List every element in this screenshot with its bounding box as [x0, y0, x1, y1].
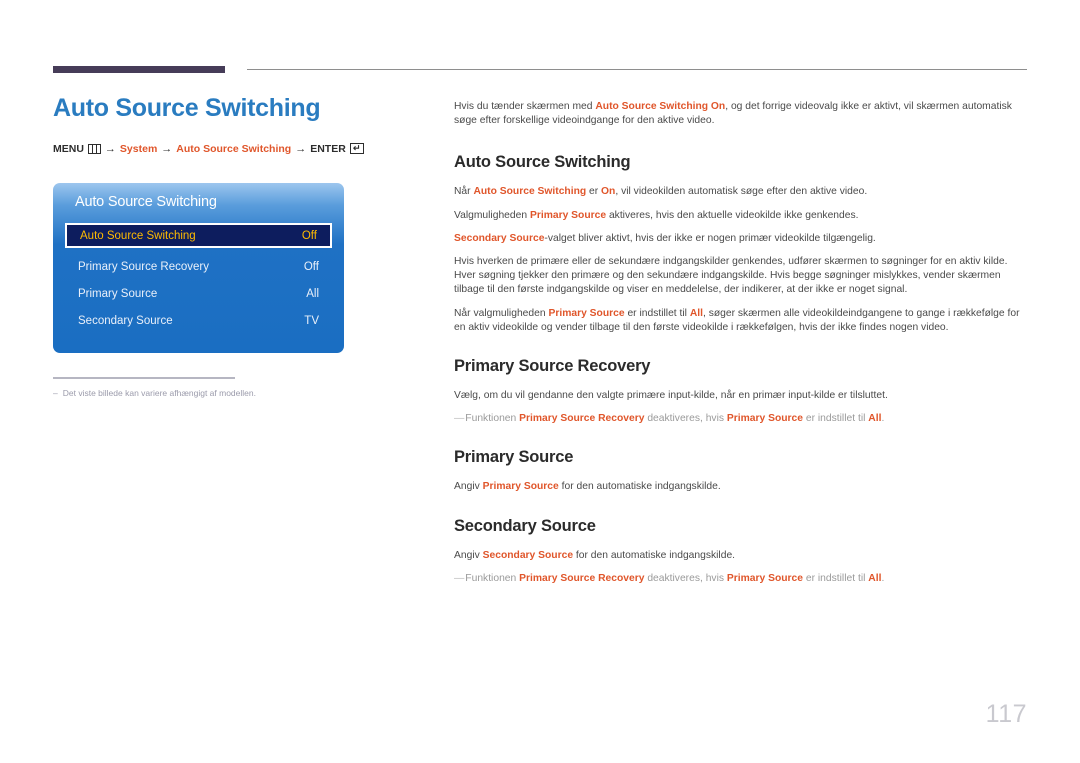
emphasis-term: Primary Source — [726, 413, 804, 425]
emphasis-term: Primary Source — [548, 307, 625, 319]
breadcrumb-arrow-2: → — [161, 142, 173, 155]
intro-pre: Hvis du tænder skærmen med — [454, 101, 596, 112]
note-text: . — [881, 572, 885, 584]
emphasis-term: Primary Source — [726, 572, 804, 584]
emphasis-term: Auto Source Switching — [473, 186, 587, 198]
breadcrumb-item-system[interactable]: System — [120, 143, 157, 155]
note-text: . — [881, 413, 885, 425]
intro-paragraph: Hvis du tænder skærmen med Auto Source S… — [454, 100, 1027, 128]
section-paragraph: Hvis hverken de primære eller de sekundæ… — [454, 255, 1027, 298]
osd-row-value: All — [306, 287, 319, 300]
osd-row-label: Primary Source Recovery — [78, 260, 210, 273]
osd-row-value: TV — [304, 314, 319, 327]
osd-panel-title: Auto Source Switching — [75, 194, 217, 210]
page-title: Auto Source Switching — [53, 94, 321, 122]
breadcrumb: MENU → System → Auto Source Switching → … — [53, 143, 413, 155]
paragraph-text: Vælg, om du vil gendanne den valgte prim… — [454, 390, 888, 402]
osd-menu-panel: Auto Source Switching Auto Source Switch… — [53, 183, 344, 353]
emphasis-term: On — [601, 186, 616, 198]
paragraph-text: aktiveres, hvis den aktuelle videokilde … — [606, 209, 859, 221]
intro-bold: Auto Source Switching On — [595, 101, 726, 112]
section-paragraph: Angiv Secondary Source for den automatis… — [454, 549, 1027, 563]
paragraph-text: Hvis hverken de primære eller de sekundæ… — [454, 256, 1008, 296]
menu-grid-icon — [87, 143, 101, 154]
enter-key-icon: ↵ — [349, 143, 364, 154]
header-rule-line — [247, 69, 1027, 70]
breadcrumb-arrow-3: → — [295, 142, 307, 155]
paragraph-text: Angiv — [454, 549, 483, 561]
section-paragraph: Valgmuligheden Primary Source aktiveres,… — [454, 209, 1027, 223]
section-paragraph: Secondary Source-valget bliver aktivt, h… — [454, 232, 1027, 246]
emphasis-term: Primary Source — [482, 481, 559, 493]
note-dash: — — [454, 413, 464, 425]
section-note: — Funktionen Primary Source Recovery deak… — [454, 572, 1027, 586]
emphasis-term: Primary Source Recovery — [519, 413, 645, 425]
section-paragraph: Vælg, om du vil gendanne den valgte prim… — [454, 389, 1027, 403]
osd-row-label: Primary Source — [78, 287, 158, 300]
emphasis-term: Primary Source Recovery — [519, 572, 645, 584]
section-heading: Primary Source Recovery — [454, 357, 651, 376]
note-text: Funktionen — [465, 413, 520, 425]
osd-row[interactable]: Primary Source Recovery Off — [65, 254, 332, 279]
sections-container: Auto Source Switching Når Auto Source Swi… — [454, 153, 1027, 586]
osd-row-value: Off — [301, 229, 317, 242]
left-note-divider — [53, 377, 235, 379]
breadcrumb-menu-label: MENU — [53, 142, 84, 155]
paragraph-text: er indstillet til — [624, 307, 690, 319]
left-note: – Det viste billede kan variere afhængigt… — [53, 388, 383, 398]
section-heading: Auto Source Switching — [454, 153, 631, 172]
emphasis-term: All — [689, 307, 703, 319]
paragraph-text: Når — [454, 186, 474, 198]
section-paragraph: Når valgmuligheden Primary Source er ind… — [454, 307, 1027, 335]
left-note-text: Det viste billede kan variere afhængigt … — [62, 388, 256, 398]
page-number: 117 — [985, 700, 1027, 728]
note-text: er indstillet til — [803, 413, 869, 425]
section-note: — Funktionen Primary Source Recovery deak… — [454, 412, 1027, 426]
paragraph-text: Valgmuligheden — [454, 209, 530, 221]
paragraph-text: , vil videokilden automatisk søge efter … — [615, 186, 868, 198]
header-accent-bar — [53, 66, 225, 73]
breadcrumb-arrow-1: → — [104, 142, 116, 155]
emphasis-term: Secondary Source — [454, 232, 545, 244]
osd-row-selected[interactable]: Auto Source Switching Off — [65, 223, 332, 248]
paragraph-text: -valget bliver aktivt, hvis der ikke er … — [544, 232, 876, 244]
paragraph-text: er — [586, 186, 602, 198]
note-dash: — — [454, 572, 464, 584]
note-text: er indstillet til — [803, 572, 869, 584]
note-text: deaktiveres, hvis — [644, 413, 727, 425]
emphasis-term: All — [868, 572, 882, 584]
note-text: deaktiveres, hvis — [644, 572, 727, 584]
osd-row-label: Secondary Source — [78, 314, 173, 327]
osd-row-value: Off — [303, 260, 319, 273]
emphasis-term: Secondary Source — [482, 549, 574, 561]
emphasis-term: Primary Source — [529, 209, 607, 221]
section-heading: Primary Source — [454, 448, 574, 467]
right-column: Hvis du tænder skærmen med Auto Source S… — [454, 100, 1027, 595]
left-note-dash: – — [53, 388, 58, 398]
left-column: Auto Source Switching MENU → System → Au… — [53, 94, 413, 155]
breadcrumb-item-auto-source-switching[interactable]: Auto Source Switching — [176, 143, 291, 155]
paragraph-text: Angiv — [454, 481, 483, 493]
section-heading: Secondary Source — [454, 516, 596, 535]
section-paragraph: Angiv Primary Source for den automatiske… — [454, 480, 1027, 494]
emphasis-term: All — [868, 413, 882, 425]
paragraph-text: Når valgmuligheden — [454, 307, 549, 319]
osd-row[interactable]: Secondary Source TV — [65, 308, 332, 333]
section-paragraph: Når Auto Source Switching er On, vil vid… — [454, 185, 1027, 199]
note-text: Funktionen — [465, 572, 520, 584]
paragraph-text: for den automatiske indgangskilde. — [573, 549, 736, 561]
osd-row[interactable]: Primary Source All — [65, 281, 332, 306]
breadcrumb-enter-label: ENTER — [310, 142, 346, 155]
osd-row-label: Auto Source Switching — [80, 229, 196, 242]
paragraph-text: for den automatiske indgangskilde. — [558, 481, 721, 493]
